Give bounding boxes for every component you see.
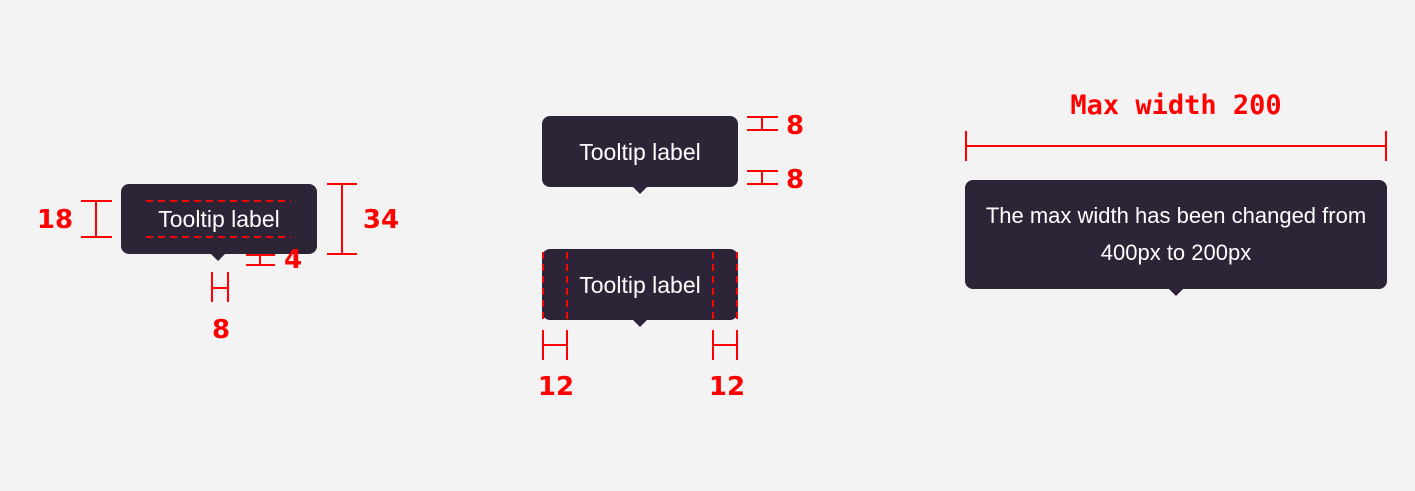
tooltip-label: Tooltip label — [579, 272, 701, 298]
tooltip-arrow — [633, 187, 647, 194]
max-width-bracket — [965, 131, 1387, 161]
tooltip-arrow — [633, 320, 647, 327]
arrow-width-label: 8 — [212, 315, 230, 345]
tooltip-horizontal-padding-example: Tooltip label — [542, 249, 738, 327]
text-height-label: 18 — [37, 205, 73, 235]
tooltip-arrow — [1169, 289, 1183, 296]
tooltip-label: The max width has been changed from 400p… — [985, 203, 1367, 265]
padding-right-label: 12 — [709, 372, 745, 402]
padding-bottom-label: 8 — [786, 165, 804, 195]
padding-right-bracket — [712, 330, 738, 360]
padding-left-label: 12 — [538, 372, 574, 402]
tooltip-height-bracket — [327, 183, 357, 255]
padding-left-bracket — [542, 330, 568, 360]
padding-bottom-bracket — [747, 170, 778, 185]
max-width-title: Max width 200 — [1070, 90, 1281, 121]
tooltip-height-example: Tooltip label — [121, 184, 317, 261]
padding-top-label: 8 — [786, 111, 804, 141]
text-height-bracket — [81, 200, 112, 238]
tooltip-vertical-padding-example: Tooltip label — [542, 116, 738, 194]
tooltip-label: Tooltip label — [158, 206, 280, 232]
tooltip-height-label: 34 — [363, 205, 399, 235]
tooltip-arrow — [211, 254, 225, 261]
tooltip-label: Tooltip label — [579, 139, 701, 165]
arrow-gap-bracket — [246, 254, 275, 266]
padding-top-bracket — [747, 116, 778, 131]
arrow-width-bracket — [211, 272, 229, 302]
tooltip-max-width-example: The max width has been changed from 400p… — [965, 180, 1387, 296]
